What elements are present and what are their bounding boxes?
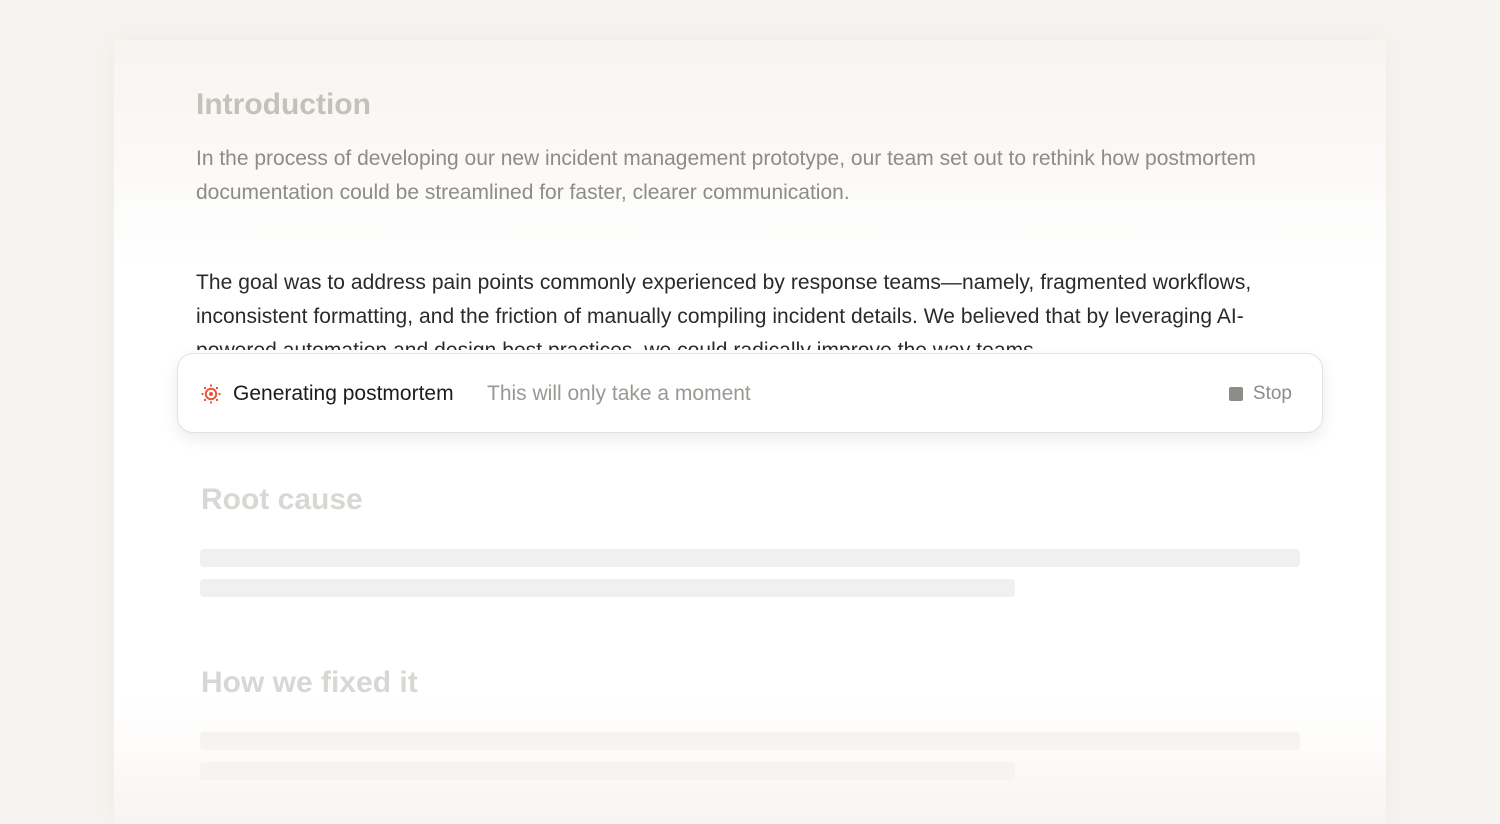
- how-we-fixed-it-heading: How we fixed it: [201, 666, 418, 699]
- goal-paragraph-container: The goal was to address pain points comm…: [196, 266, 1316, 350]
- skeleton-line: [200, 579, 1015, 597]
- root-cause-heading: Root cause: [201, 483, 363, 516]
- intro-heading: Introduction: [196, 88, 371, 121]
- skeleton-line: [200, 732, 1300, 750]
- status-subtitle: This will only take a moment: [487, 382, 751, 405]
- stop-icon: [1228, 387, 1243, 401]
- generation-status-bar: Generating postmortem This will only tak…: [177, 353, 1323, 433]
- skeleton-line: [200, 549, 1300, 567]
- stop-label: Stop: [1252, 383, 1292, 404]
- goal-paragraph: The goal was to address pain points comm…: [196, 271, 1252, 350]
- ai-sparkle-icon: [200, 383, 222, 405]
- intro-paragraph: In the process of developing our new inc…: [196, 147, 1256, 204]
- skeleton-line: [200, 762, 1015, 780]
- stop-button[interactable]: Stop: [1228, 378, 1292, 410]
- status-title: Generating postmortem: [233, 382, 454, 405]
- bottom-fade-overlay: [114, 694, 1386, 824]
